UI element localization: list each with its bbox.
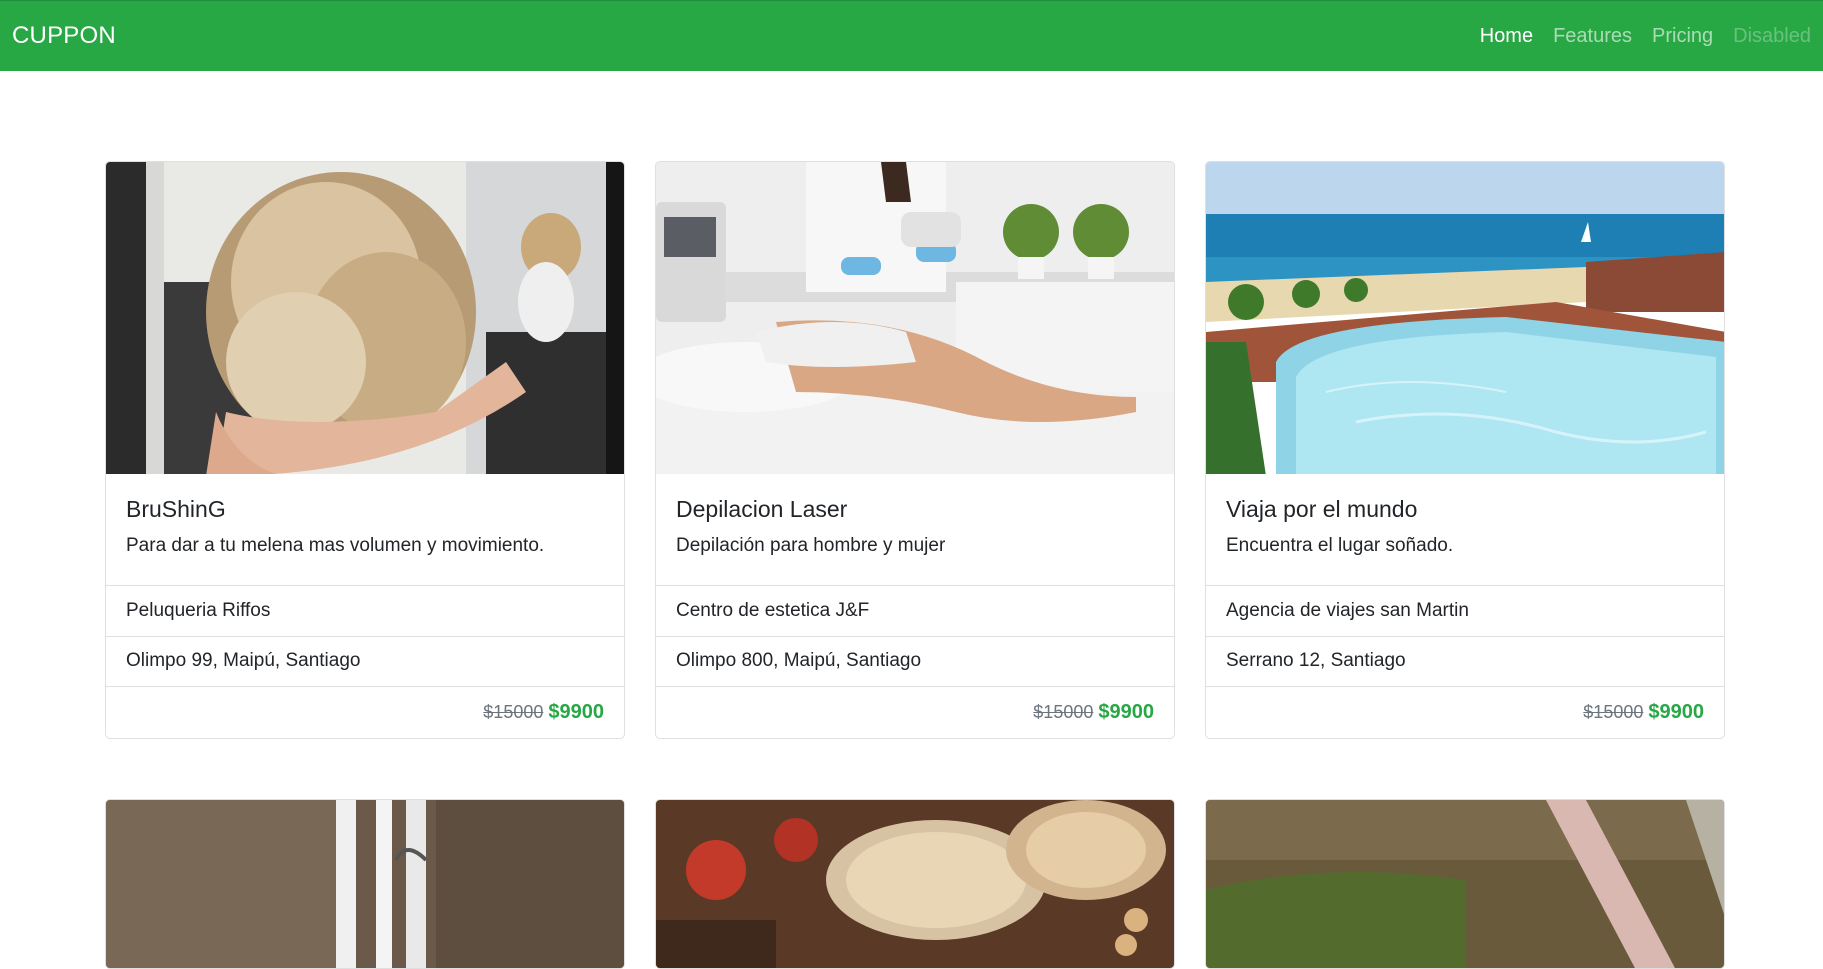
card-price-row: $15000 $9900 — [1206, 686, 1724, 738]
card-body: BruShinG Para dar a tu melena mas volume… — [106, 474, 624, 585]
coupon-card[interactable]: Viaja por el mundo Encuentra el lugar so… — [1205, 161, 1725, 739]
new-price: $9900 — [548, 701, 604, 724]
card-image-pizza — [656, 800, 1174, 968]
card-body: Depilacion Laser Depilación para hombre … — [656, 474, 1174, 585]
card-image-pool — [1206, 162, 1724, 475]
coupon-card[interactable] — [105, 799, 625, 969]
coupon-card[interactable] — [655, 799, 1175, 969]
coupon-grid: BruShinG Para dar a tu melena mas volume… — [105, 161, 1725, 969]
card-title: Depilacion Laser — [676, 496, 848, 523]
new-price: $9900 — [1098, 701, 1154, 724]
card-title: BruShinG — [126, 496, 226, 523]
card-description: Encuentra el lugar soñado. — [1226, 535, 1454, 557]
card-address: Serrano 12, Santiago — [1206, 635, 1724, 687]
card-price-row: $15000 $9900 — [656, 686, 1174, 738]
card-body: Viaja por el mundo Encuentra el lugar so… — [1206, 474, 1724, 585]
new-price: $9900 — [1648, 701, 1704, 724]
card-description: Para dar a tu melena mas volumen y movim… — [126, 535, 545, 557]
nav-pricing[interactable]: Pricing — [1652, 25, 1713, 48]
old-price: $15000 — [483, 702, 544, 723]
card-title: Viaja por el mundo — [1226, 496, 1418, 523]
card-business: Peluqueria Riffos — [106, 584, 624, 636]
nav-home[interactable]: Home — [1480, 25, 1533, 48]
card-image-laser — [656, 162, 1174, 475]
card-address: Olimpo 99, Maipú, Santiago — [106, 635, 624, 687]
card-image-hair — [106, 162, 624, 475]
old-price: $15000 — [1033, 702, 1094, 723]
card-business: Centro de estetica J&F — [656, 584, 1174, 636]
card-address: Olimpo 800, Maipú, Santiago — [656, 635, 1174, 687]
coupon-card[interactable] — [1205, 799, 1725, 969]
nav-features[interactable]: Features — [1553, 25, 1632, 48]
nav-links: Home Features Pricing Disabled — [1480, 25, 1811, 48]
card-business: Agencia de viajes san Martin — [1206, 584, 1724, 636]
card-description: Depilación para hombre y mujer — [676, 535, 946, 557]
nav-disabled: Disabled — [1733, 24, 1811, 47]
coupon-card[interactable]: Depilacion Laser Depilación para hombre … — [655, 161, 1175, 739]
card-price-row: $15000 $9900 — [106, 686, 624, 738]
coupon-card[interactable]: BruShinG Para dar a tu melena mas volume… — [105, 161, 625, 739]
old-price: $15000 — [1583, 702, 1644, 723]
card-image-massage — [1206, 800, 1724, 968]
card-image-spa — [106, 800, 624, 968]
top-navbar: CUPPON Home Features Pricing Disabled — [0, 0, 1823, 71]
brand-logo[interactable]: CUPPON — [12, 22, 116, 50]
